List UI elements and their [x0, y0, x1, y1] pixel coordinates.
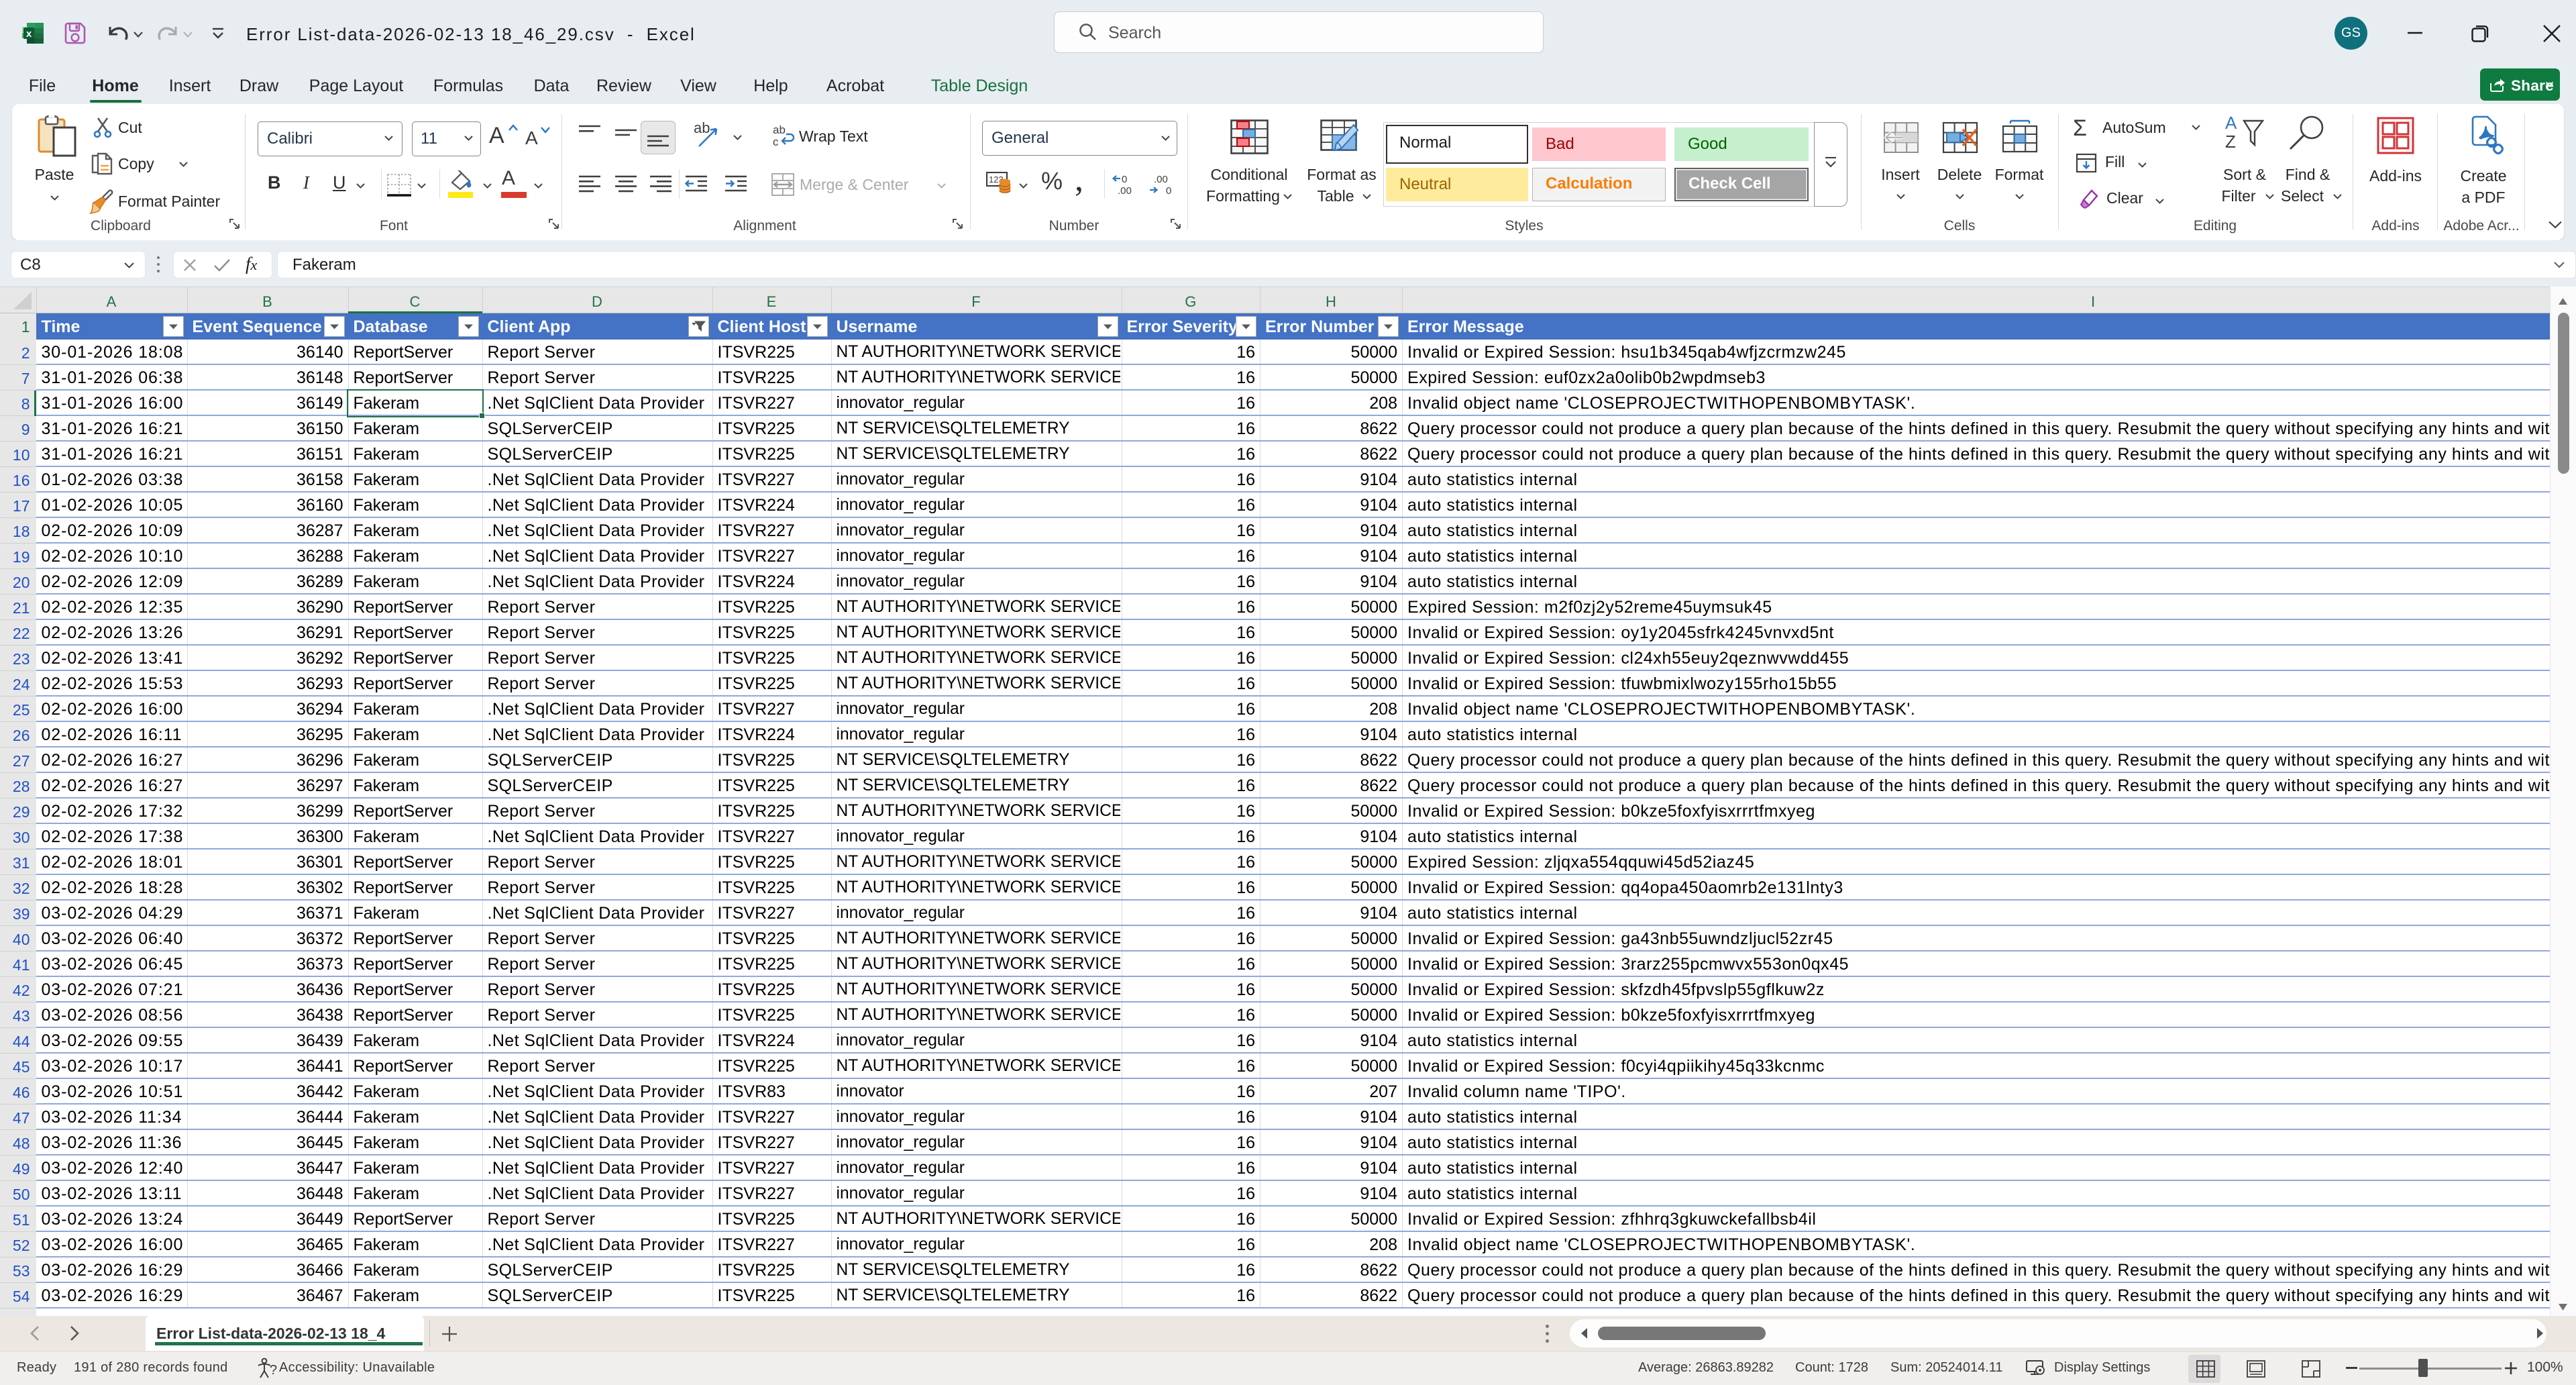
svg-text:0: 0 [1122, 174, 1127, 185]
svg-text:.00: .00 [1154, 174, 1168, 185]
svg-text:?: ? [270, 1363, 277, 1378]
svg-text:ab: ab [694, 121, 710, 136]
svg-text:0: 0 [1166, 185, 1171, 196]
svg-text:.00: .00 [1118, 185, 1132, 196]
svg-text:ab: ab [773, 124, 786, 136]
svg-text:A: A [2225, 115, 2237, 133]
svg-text:x: x [26, 28, 32, 40]
svg-text:Z: Z [2225, 132, 2236, 152]
svg-text:c: c [773, 136, 779, 148]
